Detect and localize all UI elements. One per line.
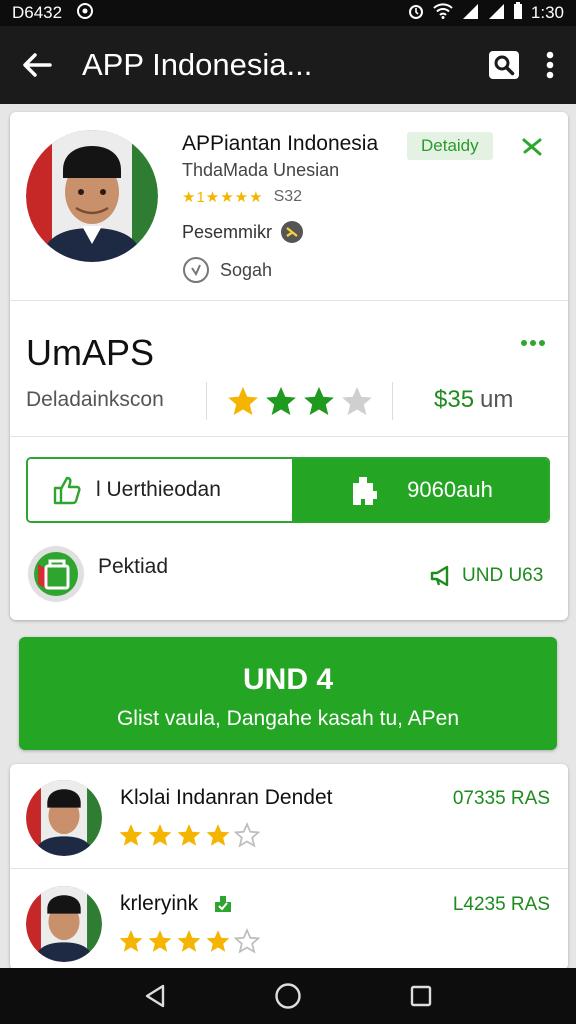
avatar (26, 780, 102, 856)
star-icon (177, 824, 201, 846)
star-icon (206, 824, 230, 846)
chevron-icon (522, 138, 542, 156)
rating-stars-text: ★1★★★★ (182, 189, 264, 206)
reviewer-name: Klɔlai Indanran Dendet (120, 786, 333, 809)
status-bar: D6432 1:30 (0, 0, 576, 26)
summary-rating (226, 384, 374, 418)
review-code: L4235 RAS (452, 894, 550, 915)
more-vert-icon (546, 51, 554, 79)
primary-action-button[interactable]: 9060auh (292, 459, 548, 521)
avatar (26, 886, 102, 962)
system-nav-bar (0, 968, 576, 1024)
battery-icon (513, 1, 523, 25)
triangle-back-icon (146, 984, 165, 1008)
more-horiz-icon (521, 340, 545, 346)
star-icon (304, 386, 334, 416)
status-time: 1:30 (530, 3, 564, 22)
like-button[interactable]: l Uerthieodan (28, 459, 292, 521)
verified-icon (215, 896, 232, 912)
review-stars (118, 822, 260, 848)
like-button-label: l Uerthieodan (96, 478, 221, 501)
wifi-icon (433, 2, 453, 24)
divider (10, 436, 568, 437)
square-recents-icon (410, 985, 431, 1007)
alarm-icon (407, 2, 425, 25)
star-icon (119, 930, 143, 952)
reviews-card: Klɔlai Indanran Dendet 07335 RAS krleryi… (10, 764, 568, 970)
nav-home-button[interactable] (274, 982, 302, 1010)
signal-icon-2 (487, 3, 505, 24)
summary-stat: Deladainkscon (26, 388, 164, 411)
more-options-button[interactable] (520, 334, 546, 352)
profile-location: Sogah (182, 256, 272, 284)
divider (10, 300, 568, 301)
puzzle-icon (353, 477, 378, 505)
app-bar: APP Indonesia... (0, 26, 576, 104)
star-icon (342, 386, 372, 416)
star-icon (206, 930, 230, 952)
page-title: APP Indonesia... (82, 47, 313, 82)
cta-title: UND 4 (242, 663, 333, 696)
category-badge-icon (281, 221, 304, 243)
notification-icon (76, 2, 94, 25)
cta-subtitle: Glist vaula, Dangahe kasah tu, APen (116, 707, 460, 730)
star-icon (148, 930, 172, 952)
rating-count: S32 (273, 188, 303, 205)
star-icon (228, 386, 258, 416)
star-icon (177, 930, 201, 952)
search-button[interactable] (488, 50, 520, 80)
package-link[interactable]: UND U63 (430, 565, 543, 587)
package-icon (26, 544, 86, 609)
star-icon (119, 824, 143, 846)
expand-button[interactable] (520, 132, 546, 163)
review-item[interactable]: Klɔlai Indanran Dendet 07335 RAS (10, 764, 568, 864)
section-heading: UmAPS (26, 332, 155, 373)
search-icon (489, 51, 519, 79)
profile-avatar (26, 130, 158, 262)
profile-name: APPiantan Indonesia (182, 132, 379, 155)
package-label: Pektiad (98, 555, 169, 578)
profile-card: APPiantan Indonesia Detaidy ThdaMada Une… (10, 112, 568, 620)
price-unit: um (480, 386, 514, 413)
profile-category: Pesemmikr (182, 220, 304, 244)
signal-icon (461, 3, 479, 24)
star-icon (234, 822, 260, 848)
star-icon (266, 386, 296, 416)
primary-action-label: 9060auh (407, 477, 493, 502)
circle-home-icon (275, 983, 301, 1009)
category-label: Pesemmikr (182, 221, 273, 242)
profile-rating: ★1★★★★ S32 (182, 188, 302, 206)
nav-back-button[interactable] (143, 983, 167, 1009)
overflow-menu-button[interactable] (546, 51, 554, 79)
reviewer-name: krleryink (120, 892, 199, 915)
star-icon (148, 824, 172, 846)
package-link-label: UND U63 (462, 565, 544, 586)
nav-recents-button[interactable] (409, 984, 433, 1008)
review-item[interactable]: krleryink L4235 RAS (10, 870, 568, 970)
divider (10, 868, 568, 869)
stat-separator (206, 382, 207, 420)
reviewer-name-row: krleryink (120, 892, 234, 916)
action-buttons: l Uerthieodan 9060auh (26, 457, 550, 523)
thumbs-up-icon (53, 476, 81, 505)
back-button[interactable] (22, 52, 52, 78)
price-value: $35 um (434, 386, 513, 414)
reviewer-name-row: Klɔlai Indanran Dendet (120, 786, 332, 810)
review-code: 07335 RAS (452, 788, 550, 809)
price-amount: $35 (434, 386, 475, 413)
stat-separator (392, 382, 393, 420)
profile-subtitle: ThdaMada Unesian (182, 160, 340, 180)
status-badge[interactable]: Detaidy (407, 132, 493, 160)
star-icon (234, 928, 260, 954)
megaphone-icon (430, 565, 449, 587)
status-left-text: D6432 (12, 3, 63, 22)
review-stars (118, 928, 260, 954)
location-icon (183, 257, 209, 283)
arrow-left-icon (23, 53, 52, 77)
location-label: Sogah (220, 259, 273, 280)
cta-button[interactable]: UND 4 Glist vaula, Dangahe kasah tu, APe… (19, 637, 557, 750)
